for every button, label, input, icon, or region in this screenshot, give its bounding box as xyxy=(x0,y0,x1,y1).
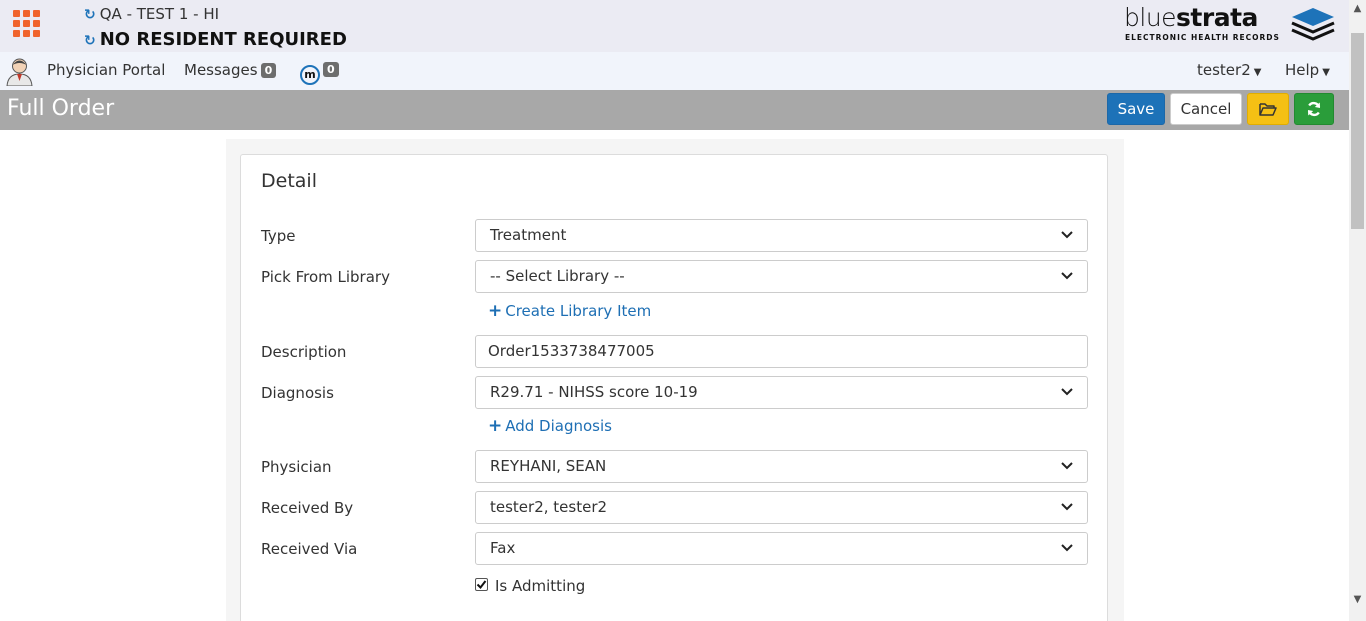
apps-grid-icon[interactable] xyxy=(13,10,41,38)
create-library-item-link[interactable]: + Create Library Item xyxy=(488,301,651,321)
folder-icon xyxy=(1259,103,1277,116)
page-scrollbar[interactable]: ▲ ▼ xyxy=(1349,0,1366,621)
plus-icon: + xyxy=(488,416,503,436)
chevron-down-icon xyxy=(1061,231,1073,239)
user-menu[interactable]: tester2 ▼ xyxy=(1197,61,1261,79)
m-count-badge: 0 xyxy=(323,62,339,77)
diagnosis-label: Diagnosis xyxy=(261,384,334,402)
chevron-down-icon xyxy=(1061,544,1073,552)
is-admitting-label: Is Admitting xyxy=(495,577,586,595)
type-select[interactable]: Treatment xyxy=(475,219,1088,252)
plus-icon: + xyxy=(488,301,503,321)
chevron-down-icon xyxy=(1061,462,1073,470)
received-by-label: Received By xyxy=(261,499,354,517)
refresh-icon: ↻ xyxy=(84,33,96,49)
refresh-icon: ↻ xyxy=(84,7,96,23)
is-admitting-checkbox[interactable] xyxy=(475,578,488,591)
received-by-value: tester2, tester2 xyxy=(490,498,608,516)
received-via-label: Received Via xyxy=(261,540,358,558)
page-title: Full Order xyxy=(7,96,115,121)
create-library-item-label: Create Library Item xyxy=(505,302,652,320)
library-label: Pick From Library xyxy=(261,268,390,286)
physician-value: REYHANI, SEAN xyxy=(490,457,607,475)
physician-label: Physician xyxy=(261,458,332,476)
diagnosis-select[interactable]: R29.71 - NIHSS score 10-19 xyxy=(475,376,1088,409)
received-via-select[interactable]: Fax xyxy=(475,532,1088,565)
page: ↻ QA - TEST 1 - HI ↻ NO RESIDENT REQUIRED … xyxy=(0,0,1349,621)
add-diagnosis-link[interactable]: + Add Diagnosis xyxy=(488,416,612,436)
received-via-value: Fax xyxy=(490,539,516,557)
caret-down-icon: ▼ xyxy=(1253,67,1262,78)
library-select[interactable]: -- Select Library -- xyxy=(475,260,1088,293)
description-label: Description xyxy=(261,343,347,361)
refresh-icon xyxy=(1307,101,1321,117)
type-value: Treatment xyxy=(490,226,567,244)
messages-link[interactable]: Messages 0 xyxy=(184,61,277,79)
messages-count-badge: 0 xyxy=(260,63,277,78)
library-value: -- Select Library -- xyxy=(490,267,625,285)
logo-layers-icon xyxy=(1291,8,1335,41)
physician-portal-link[interactable]: Physician Portal xyxy=(47,61,165,79)
section-title: Detail xyxy=(261,170,317,192)
resident-selector[interactable]: ↻ NO RESIDENT REQUIRED xyxy=(84,29,347,50)
title-bar: Full Order Save Cancel xyxy=(0,90,1349,130)
m-notifications-link[interactable]: m0 xyxy=(300,60,339,85)
chevron-down-icon xyxy=(1061,503,1073,511)
caret-down-icon: ▼ xyxy=(1322,67,1330,78)
received-by-select[interactable]: tester2, tester2 xyxy=(475,491,1088,524)
facility-selector[interactable]: ↻ QA - TEST 1 - HI xyxy=(84,5,219,23)
save-button[interactable]: Save xyxy=(1107,93,1165,125)
refresh-button[interactable] xyxy=(1294,93,1334,125)
user-avatar-icon xyxy=(6,58,33,86)
m-icon: m xyxy=(300,65,320,85)
nav-bar: Physician Portal Messages 0 m0 tester2 ▼ H… xyxy=(0,52,1349,90)
resident-name: NO RESIDENT REQUIRED xyxy=(99,29,347,50)
diagnosis-value: R29.71 - NIHSS score 10-19 xyxy=(490,383,698,401)
chevron-down-icon xyxy=(1061,272,1073,280)
facility-name: QA - TEST 1 - HI xyxy=(99,5,220,23)
help-menu[interactable]: Help ▼ xyxy=(1285,61,1330,79)
help-label: Help xyxy=(1285,61,1320,79)
scroll-thumb[interactable] xyxy=(1351,33,1364,229)
physician-select[interactable]: REYHANI, SEAN xyxy=(475,450,1088,483)
scroll-up-arrow-icon[interactable]: ▲ xyxy=(1349,0,1366,17)
top-header: ↻ QA - TEST 1 - HI ↻ NO RESIDENT REQUIRED … xyxy=(0,0,1349,52)
user-name: tester2 xyxy=(1197,61,1251,79)
chevron-down-icon xyxy=(1061,388,1073,396)
scroll-down-arrow-icon[interactable]: ▼ xyxy=(1349,591,1366,608)
type-label: Type xyxy=(261,227,296,245)
open-folder-button[interactable] xyxy=(1247,93,1289,125)
add-diagnosis-label: Add Diagnosis xyxy=(505,417,612,435)
checkmark-icon xyxy=(476,580,487,590)
description-input[interactable]: Order1533738477005 xyxy=(475,335,1088,368)
messages-label: Messages xyxy=(184,61,258,79)
description-value: Order1533738477005 xyxy=(488,342,655,360)
cancel-button[interactable]: Cancel xyxy=(1170,93,1242,125)
bluestrata-logo: bluestrata ELECTRONIC HEALTH RECORDS xyxy=(1122,3,1337,45)
